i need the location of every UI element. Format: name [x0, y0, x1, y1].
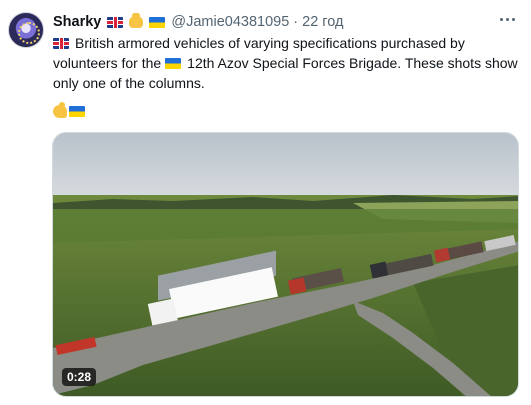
video-duration: 0:28 — [62, 368, 97, 386]
uk-flag-icon — [107, 16, 124, 28]
uk-flag-icon — [53, 38, 69, 49]
timestamp[interactable]: 22 год — [302, 14, 343, 30]
flexed-biceps-icon — [53, 101, 67, 118]
video-player[interactable]: 0:28 — [52, 132, 519, 397]
tweet-text-segment: British armored vehicles of varying spec… — [75, 35, 465, 51]
author-avatar[interactable] — [8, 12, 44, 48]
ukraine-flag-icon — [165, 58, 182, 69]
more-options-button[interactable] — [495, 9, 519, 29]
tweet-text-segment: volunteers for the — [53, 55, 162, 71]
tweet-text-line: volunteers for the 12th Azov Special Forc… — [53, 53, 523, 73]
more-dot-icon — [505, 17, 509, 21]
more-dot-icon — [499, 17, 503, 21]
separator-dot: · — [293, 14, 299, 30]
tweet-text-line: only one of the columns. — [53, 75, 205, 91]
tweet-card[interactable]: Sharky @Jamie04381095 · 22 год British a… — [0, 0, 531, 405]
tweet-text: British armored vehicles of varying spec… — [53, 33, 523, 93]
author-name[interactable]: Sharky — [53, 14, 101, 30]
video-thumbnail — [53, 133, 518, 396]
handshake-icon — [129, 13, 144, 28]
emoji-row — [53, 101, 85, 119]
ukraine-flag-icon — [69, 105, 85, 117]
tweet-text-segment: 12th Azov Special Forces Brigade. These … — [187, 55, 518, 71]
tweet-header: Sharky @Jamie04381095 · 22 год — [53, 13, 343, 31]
more-dot-icon — [511, 17, 515, 21]
ukraine-flag-icon — [149, 16, 166, 28]
author-handle[interactable]: @Jamie04381095 — [171, 14, 289, 30]
tweet-text-line: British armored vehicles of varying spec… — [53, 33, 523, 53]
